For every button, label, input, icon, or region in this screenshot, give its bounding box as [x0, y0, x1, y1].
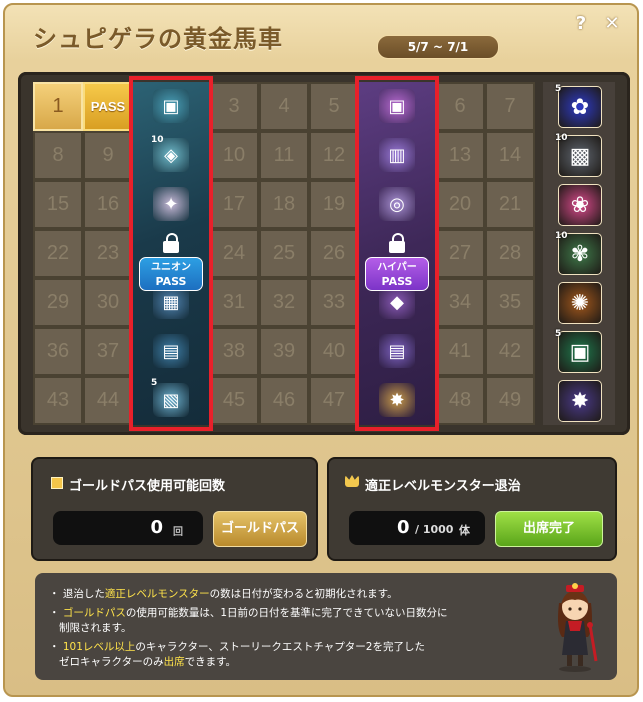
day-cell: 42	[485, 327, 535, 376]
day-cell: 37	[83, 327, 133, 376]
day-cell: 33	[309, 278, 359, 327]
monster-unit: 体	[459, 524, 470, 537]
day-cell: 22	[33, 229, 83, 278]
day-cell: 40	[309, 327, 359, 376]
gold-pass-icon	[51, 477, 63, 489]
note-3: ・ 101レベル以上のキャラクター、ストーリークエストチャプター2を完了した ゼ…	[49, 641, 425, 668]
day-cell: 31	[209, 278, 259, 327]
day-cell: 21	[485, 180, 535, 229]
reward-count: 10	[555, 231, 568, 241]
window-title: シュピゲラの黄金馬車	[33, 25, 283, 53]
day-cell[interactable]: 1	[33, 82, 83, 131]
day-cell: 47	[309, 376, 359, 425]
reward-column: ✿ 5 ▩ 10 ❀ ✾ 10 ✺ ▣ 5 ✸	[543, 82, 615, 425]
day-cell: 13	[435, 131, 485, 180]
day-cell: 11	[259, 131, 309, 180]
day-cell: 8	[33, 131, 83, 180]
day-cell: 17	[209, 180, 259, 229]
date-range: 5/7 ~ 7/1	[377, 35, 499, 59]
event-window: シュピゲラの黄金馬車 5/7 ~ 7/1 ? ✕ 1 PASS 3 4 5 6 7 8 9 10 1…	[3, 3, 639, 697]
food-icon: ✺	[558, 282, 602, 324]
gold-pass-button[interactable]: ゴールドパス	[213, 511, 307, 547]
help-icon[interactable]: ?	[570, 13, 592, 35]
attendance-board: 1 PASS 3 4 5 6 7 8 9 10 11 12 13 14 15 16 17 18 19 20 21 22 23…	[18, 72, 630, 435]
note-text: 退治した	[62, 588, 105, 600]
highlight-text: 101レベル以上	[62, 641, 136, 653]
highlight-text: ゴールドパス	[62, 607, 126, 619]
day-cell: 27	[435, 229, 485, 278]
day-cell: 32	[259, 278, 309, 327]
day-cell: 43	[33, 376, 83, 425]
note-text: できます。	[184, 656, 237, 668]
day-cell: 18	[259, 180, 309, 229]
day-cell: 49	[485, 376, 535, 425]
character-sprite	[558, 583, 598, 672]
highlight-text: 適正レベルモンスター	[104, 588, 210, 600]
day-cell: 15	[33, 180, 83, 229]
note-1: ・ 退治した適正レベルモンスターの数は日付が変わると初期化されます。	[49, 588, 398, 600]
gift-box-icon: ❀	[558, 184, 602, 226]
monster-count: 0	[397, 517, 410, 538]
day-cell: 9	[83, 131, 133, 180]
day-cell: 5	[309, 82, 359, 131]
crown-icon	[345, 475, 359, 487]
highlight-text: 出席	[163, 656, 185, 668]
note-text: の使用可能数量は、1日前の日付を基準に完了できていない日数分に	[125, 607, 448, 619]
day-cell: 14	[485, 131, 535, 180]
gold-pass-counter: 0 回	[53, 511, 203, 545]
pass-cell[interactable]: PASS	[83, 82, 133, 131]
monster-total: / 1000	[415, 523, 454, 536]
day-cell: 39	[259, 327, 309, 376]
day-cell: 34	[435, 278, 485, 327]
cube-icon: ▣	[558, 331, 602, 373]
day-cell: 6	[435, 82, 485, 131]
day-cell: 36	[33, 327, 83, 376]
day-grid: 1 PASS 3 4 5 6 7 8 9 10 11 12 13 14 15 16 17 18 19 20 21 22 23…	[33, 76, 535, 431]
day-cell: 41	[435, 327, 485, 376]
reward-count: 10	[555, 133, 568, 143]
note-text: ゼロキャラクターのみ	[59, 656, 164, 668]
day-cell: 38	[209, 327, 259, 376]
day-cell: 7	[485, 82, 535, 131]
day-cell: 30	[83, 278, 133, 327]
monster-panel: 適正レベルモンスター退治 0 / 1000 体 出席完了	[327, 457, 617, 561]
reward-count: 5	[555, 329, 562, 339]
day-cell: 25	[259, 229, 309, 278]
maple-leaf-icon: ✿	[558, 86, 602, 128]
gold-pass-panel: ゴールドパス使用可能回数 0 回 ゴールドパス	[31, 457, 318, 561]
reward-count: 5	[555, 84, 562, 94]
union-selection-frame	[129, 76, 213, 431]
monster-counter: 0 / 1000 体	[349, 511, 485, 545]
day-cell: 28	[485, 229, 535, 278]
day-cell: 4	[259, 82, 309, 131]
day-cell: 46	[259, 376, 309, 425]
day-cell: 10	[209, 131, 259, 180]
day-cell: 24	[209, 229, 259, 278]
note-text: のキャラクター、ストーリークエストチャプター2を完了した	[135, 641, 425, 653]
attendance-complete-button[interactable]: 出席完了	[495, 511, 603, 547]
day-cell: 12	[309, 131, 359, 180]
day-cell: 29	[33, 278, 83, 327]
day-cell: 35	[485, 278, 535, 327]
monster-label: 適正レベルモンスター退治	[365, 479, 521, 494]
notes-panel: ・ 退治した適正レベルモンスターの数は日付が変わると初期化されます。 ・ ゴール…	[35, 573, 617, 680]
golden-staff-icon: ✸	[558, 380, 602, 422]
note-2: ・ ゴールドパスの使用可能数量は、1日前の日付を基準に完了できていない日数分に …	[49, 607, 448, 634]
note-text: の数は日付が変わると初期化されます。	[209, 588, 398, 600]
day-cell: 3	[209, 82, 259, 131]
hyper-selection-frame	[355, 76, 439, 431]
day-cell: 19	[309, 180, 359, 229]
day-cell: 45	[209, 376, 259, 425]
day-cell: 20	[435, 180, 485, 229]
gold-pass-count: 0	[150, 517, 163, 538]
close-icon[interactable]: ✕	[601, 13, 623, 35]
day-cell: 48	[435, 376, 485, 425]
gold-pass-label: ゴールドパス使用可能回数	[69, 479, 226, 494]
gold-pass-unit: 回	[173, 527, 183, 538]
day-cell: 23	[83, 229, 133, 278]
day-cell: 44	[83, 376, 133, 425]
day-cell: 26	[309, 229, 359, 278]
day-cell: 16	[83, 180, 133, 229]
